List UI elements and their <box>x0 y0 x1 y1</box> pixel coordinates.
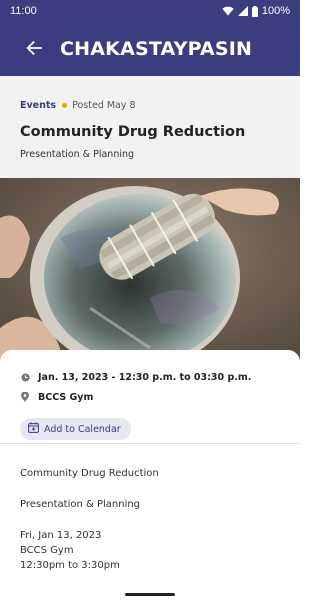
event-location: BCCS Gym <box>38 391 94 403</box>
back-arrow-icon <box>26 40 42 59</box>
details-time: 12:30pm to 3:30pm <box>20 560 120 571</box>
event-meta: Events Posted May 8 <box>20 100 280 111</box>
event-info-card: Jan. 13, 2023 - 12:30 p.m. to 03:30 p.m.… <box>0 350 300 444</box>
event-details: Community Drug Reduction Presentation & … <box>20 466 280 573</box>
datetime-row: Jan. 13, 2023 - 12:30 p.m. to 03:30 p.m. <box>20 370 280 384</box>
details-date: Fri, Jan 13, 2023 <box>20 530 102 541</box>
event-header: Events Posted May 8 Community Drug Reduc… <box>0 76 300 178</box>
add-to-calendar-button[interactable]: Add to Calendar <box>20 418 131 440</box>
details-gap <box>20 512 280 528</box>
location-row: BCCS Gym <box>20 390 280 404</box>
location-pin-icon <box>20 392 30 402</box>
posted-date: Posted May 8 <box>72 100 136 111</box>
event-subtitle: Presentation & Planning <box>20 149 135 160</box>
calendar-add-icon <box>28 422 44 436</box>
add-to-calendar-label: Add to Calendar <box>44 423 121 435</box>
gesture-nav-handle[interactable] <box>125 593 175 596</box>
app-bar: CHAKASTAYPASIN <box>0 22 300 76</box>
details-gap <box>20 481 280 497</box>
event-datetime: Jan. 13, 2023 - 12:30 p.m. to 03:30 p.m. <box>38 371 252 383</box>
status-time: 11:00 <box>10 5 37 17</box>
event-title: Community Drug Reduction <box>20 124 246 140</box>
battery-icon <box>251 5 258 17</box>
app-title: CHAKASTAYPASIN <box>60 38 253 60</box>
category-link[interactable]: Events <box>20 100 56 111</box>
meta-dot <box>62 103 68 108</box>
section-divider <box>0 443 300 444</box>
status-icons: 100% <box>222 5 290 17</box>
battery-percent: 100% <box>261 5 290 17</box>
details-subtitle: Presentation & Planning <box>20 499 141 510</box>
back-button[interactable] <box>22 37 46 61</box>
status-bar: 11:00 100% <box>0 0 300 22</box>
details-title: Community Drug Reduction <box>20 468 159 479</box>
wifi-icon <box>222 6 234 16</box>
details-location: BCCS Gym <box>20 545 74 556</box>
clock-icon <box>20 372 30 382</box>
signal-icon <box>237 6 248 16</box>
event-image <box>0 178 300 360</box>
